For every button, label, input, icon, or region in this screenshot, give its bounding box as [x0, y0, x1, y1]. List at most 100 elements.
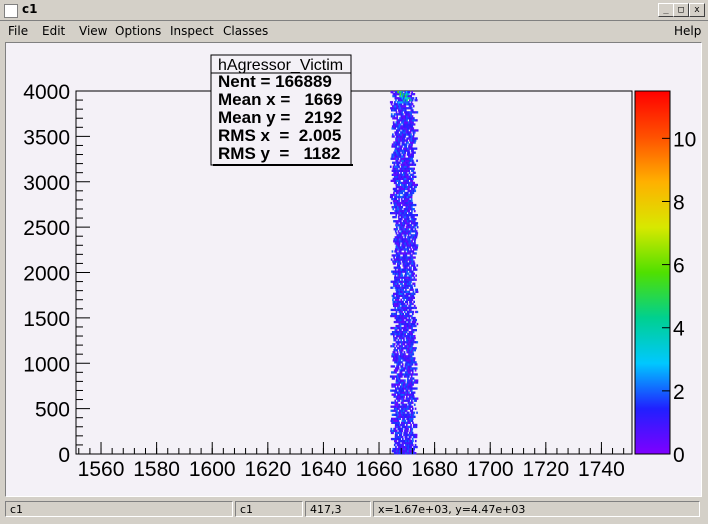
histogram-canvas[interactable]: 1560 1580 1600 1620 1640 1660 1680 1700 1720 1740…	[6, 43, 701, 496]
heatmap-cell	[401, 91, 404, 94]
heatmap-cell	[411, 419, 414, 422]
canvas-frame[interactable]: 1560 1580 1600 1620 1640 1660 1680 1700 1720 1740…	[5, 42, 702, 497]
heatmap-cell	[410, 224, 413, 227]
heatmap-cell	[395, 193, 398, 197]
heatmap-cell	[412, 191, 415, 195]
heatmap-cell	[411, 405, 414, 408]
heatmap-cell	[416, 111, 419, 114]
heatmap-cell	[398, 399, 401, 402]
heatmap-cell	[406, 99, 408, 102]
z-tick-label: 4	[673, 318, 685, 341]
heatmap-cell	[412, 302, 414, 306]
heatmap-cell	[398, 143, 401, 146]
stats-mean-y: Mean y = 2192	[218, 108, 342, 127]
heatmap-cell	[395, 329, 398, 332]
heatmap-cell	[396, 115, 398, 118]
heatmap-cell	[395, 439, 398, 443]
heatmap-cell	[400, 220, 402, 223]
heatmap-cell	[404, 153, 406, 156]
heatmap-cell	[413, 220, 416, 223]
heatmap-cell	[410, 375, 413, 378]
heatmap-cell	[416, 411, 418, 414]
stats-box[interactable]: hAgressor_Victim Nent = 166889 Mean x = …	[210, 54, 353, 166]
heatmap-cell	[407, 216, 410, 219]
heatmap-cell	[408, 91, 411, 94]
heatmap-cell	[415, 399, 417, 402]
window-title: c1	[22, 2, 38, 16]
heatmap-cell	[399, 437, 401, 441]
heatmap-cell	[415, 252, 417, 255]
heatmap-cell	[396, 401, 399, 404]
heatmap-cell	[391, 286, 394, 289]
heatmap-cell	[403, 302, 406, 306]
heatmap-cell	[411, 399, 413, 402]
heatmap-cell	[402, 401, 404, 404]
heatmap-cell	[411, 345, 413, 348]
heatmap-cell	[408, 171, 411, 174]
heatmap-cell	[406, 302, 409, 306]
status-pixel: 417,3	[305, 501, 371, 517]
heatmap-cell	[407, 248, 410, 251]
heatmap-cell	[402, 437, 404, 441]
heatmap-cell	[411, 240, 413, 243]
x-tick-label: 1640	[300, 458, 347, 481]
heatmap-cell	[393, 365, 396, 368]
heatmap-cell	[416, 246, 418, 249]
x-tick-label: 1700	[467, 458, 514, 481]
heatmap-cell	[411, 157, 413, 160]
minimize-button[interactable]: _	[658, 3, 674, 17]
menu-bar: File Edit View Options Inspect Classes H…	[0, 21, 708, 41]
heatmap-cell	[410, 95, 412, 98]
heatmap-cell	[415, 274, 417, 277]
menu-help[interactable]: Help	[674, 24, 701, 38]
heatmap-cell	[399, 266, 401, 269]
heatmap-cell	[400, 329, 402, 332]
heatmap-cell	[390, 427, 393, 431]
heatmap-cell	[410, 195, 413, 199]
heatmap-cell	[410, 107, 413, 110]
window-titlebar: c1 _ □ x	[0, 0, 708, 21]
heatmap-cell	[401, 145, 403, 148]
heatmap-cell	[397, 163, 400, 166]
z-tick-label: 6	[673, 255, 685, 278]
heatmap-cell	[415, 423, 418, 427]
heatmap-cell	[414, 226, 416, 229]
color-palette: 0 2 4 6 8 10	[634, 90, 696, 467]
menu-edit[interactable]: Edit	[42, 24, 65, 38]
heatmap-cell	[401, 310, 403, 314]
heatmap-cell	[414, 203, 417, 207]
menu-view[interactable]: View	[79, 24, 107, 38]
heatmap-cell	[398, 197, 400, 201]
heatmap-cell	[414, 218, 417, 221]
heatmap-cell	[403, 351, 406, 354]
heatmap-cell	[414, 171, 416, 174]
heatmap-cell	[405, 403, 408, 406]
heatmap-cell	[397, 385, 399, 388]
heatmap-cell	[412, 97, 415, 100]
menu-file[interactable]: File	[8, 24, 28, 38]
heatmap-cell	[412, 274, 415, 277]
menu-classes[interactable]: Classes	[223, 24, 268, 38]
app-icon	[4, 4, 18, 18]
heatmap-cell	[412, 173, 415, 176]
heatmap-cell	[397, 298, 400, 301]
menu-options[interactable]: Options	[115, 24, 161, 38]
stats-rms-y: RMS y = 1182	[218, 144, 340, 163]
close-button[interactable]: x	[689, 3, 705, 17]
menu-inspect[interactable]: Inspect	[170, 24, 214, 38]
heatmap-cell	[416, 341, 419, 344]
heatmap-cell	[398, 343, 400, 346]
heatmap-cell	[412, 339, 415, 342]
heatmap-cell	[416, 290, 419, 293]
heatmap-cell	[415, 248, 418, 251]
heatmap-cell	[396, 226, 398, 229]
heatmap-cell	[395, 389, 398, 392]
heatmap-cell	[398, 141, 401, 144]
heatmap-cell	[401, 278, 403, 281]
heatmap-cell	[415, 97, 418, 100]
maximize-button[interactable]: □	[673, 3, 689, 17]
heatmap-cell	[411, 417, 414, 420]
heatmap-cell	[401, 345, 404, 348]
heatmap-cell	[399, 324, 402, 328]
heatmap-cell	[395, 187, 398, 191]
